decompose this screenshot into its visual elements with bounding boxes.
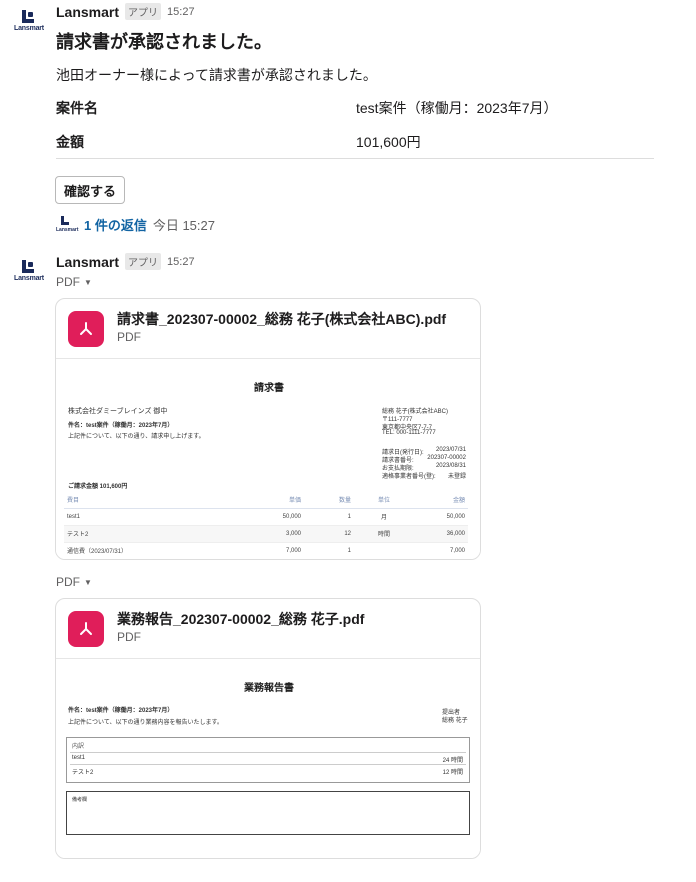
divider (56, 158, 654, 159)
invoice-table: 費目 単価 数量 単位 金額 test1 50,000 1 月 50,000 テスト2 3… (64, 491, 468, 559)
report-title: 業務報告書 (244, 683, 294, 694)
pdf-toggle-label: PDF (56, 575, 80, 589)
message-header-2: Lansmart アプリ 15:27 (56, 253, 195, 270)
file-header[interactable]: 請求書_202307-00002_総務 花子(株式会社ABC).pdf PDF (56, 299, 480, 359)
pdf-preview[interactable]: 請求書 株式会社ダミーブレインズ 御中 件名：test案件（稼働月：2023年7… (56, 359, 480, 559)
report-item-hours: 24 時間 (442, 758, 463, 764)
caret-down-icon: ▼ (84, 577, 92, 587)
file-header[interactable]: 業務報告_202307-00002_総務 花子.pdf PDF (56, 599, 480, 659)
field-label-amount: 金額 (56, 134, 84, 150)
file-card-invoice[interactable]: 請求書_202307-00002_総務 花子(株式会社ABC).pdf PDF … (55, 298, 481, 560)
table-row: test1 50,000 1 月 50,000 (64, 508, 468, 526)
report-item-hours: 12 時間 (442, 770, 463, 776)
thread-time: 今日 15:27 (152, 218, 215, 233)
avatar-wordmark: Lansmart (14, 25, 44, 32)
field-value-project: test案件（稼働月：2023年7月） (356, 100, 558, 116)
message-body: 池田オーナー様によって請求書が承認されました。 (56, 67, 377, 83)
report-subject: 件名：test案件（稼働月：2023年7月） (68, 708, 174, 714)
sender-name[interactable]: Lansmart (56, 4, 119, 20)
lansmart-logo-icon (22, 260, 34, 273)
pdf-toggle-label: PDF (56, 275, 80, 289)
file-card-report[interactable]: 業務報告_202307-00002_総務 花子.pdf PDF 業務報告書 件名… (55, 598, 481, 859)
sender-name[interactable]: Lansmart (56, 254, 119, 270)
message-header: Lansmart アプリ 15:27 (56, 3, 195, 20)
report-section-label: 内訳 (72, 744, 85, 750)
report-item-name: test1 (72, 755, 86, 761)
pdf-file-icon (68, 611, 104, 647)
lansmart-avatar[interactable]: Lansmart (14, 10, 44, 36)
message-time[interactable]: 15:27 (167, 256, 195, 268)
invoice-subject: 件名：test案件（稼働月：2023年7月） (68, 423, 174, 429)
message-time[interactable]: 15:27 (167, 6, 195, 18)
invoice-meta-value: 2023/07/31 (436, 447, 467, 453)
table-row: 通信費（2023/07/31） 7,000 1 7,000 (64, 542, 468, 559)
pdf-toggle-1[interactable]: PDF ▼ (56, 275, 92, 289)
report-remarks-box: 備考欄 (66, 791, 470, 835)
report-note: 上記件について、以下の通り業務内容を報告いたします。 (68, 720, 223, 726)
report-breakdown-box: 内訳 test1 24 時間 テスト2 12 時間 (66, 737, 470, 783)
thread-avatar-icon: Lansmart (56, 215, 79, 234)
confirm-button[interactable]: 確認する (55, 176, 125, 204)
app-badge: アプリ (125, 253, 162, 270)
report-sender-1: 総務 花子 (442, 718, 468, 724)
invoice-table-header: 費目 単価 数量 単位 金額 (64, 491, 468, 509)
file-name[interactable]: 業務報告_202307-00002_総務 花子.pdf (117, 609, 364, 629)
thread-summary[interactable]: Lansmart 1 件の返信 今日 15:27 (56, 215, 215, 234)
invoice-recipient: 株式会社ダミーブレインズ 御中 (68, 408, 168, 415)
caret-down-icon: ▼ (84, 277, 92, 287)
file-name[interactable]: 請求書_202307-00002_総務 花子(株式会社ABC).pdf (117, 309, 446, 329)
field-label-project: 案件名 (56, 100, 98, 116)
invoice-note: 上記件について、以下の通り、請求申し上げます。 (68, 434, 205, 440)
invoice-title: 請求書 (254, 383, 284, 394)
report-remarks-label: 備考欄 (72, 797, 88, 803)
invoice-meta-value: 202307-00002 (427, 455, 466, 461)
invoice-meta-value: 未登録 (447, 474, 466, 480)
pdf-preview[interactable]: 業務報告書 件名：test案件（稼働月：2023年7月） 上記件について、以下の… (56, 659, 480, 858)
report-item-name: テスト2 (72, 770, 94, 776)
pdf-toggle-2[interactable]: PDF ▼ (56, 575, 92, 589)
avatar-wordmark: Lansmart (14, 275, 44, 282)
invoice-meta-value: 2023/08/31 (435, 463, 466, 469)
lansmart-avatar-2[interactable]: Lansmart (14, 260, 44, 286)
app-badge: アプリ (125, 3, 162, 20)
invoice-sender-3: TEL: 000-1111-7777 (382, 430, 436, 436)
message-title: 請求書が承認されました。 (56, 32, 272, 52)
file-type: PDF (117, 630, 141, 644)
field-value-amount: 101,600円 (356, 134, 421, 150)
table-row: テスト2 3,000 12 時間 36,000 (64, 525, 468, 543)
lansmart-logo-icon (22, 10, 34, 23)
thread-replies-link[interactable]: 1 件の返信 (84, 215, 147, 234)
file-type: PDF (117, 330, 141, 344)
pdf-file-icon (68, 311, 104, 347)
invoice-total: ご請求金額 101,600円 (68, 484, 128, 490)
